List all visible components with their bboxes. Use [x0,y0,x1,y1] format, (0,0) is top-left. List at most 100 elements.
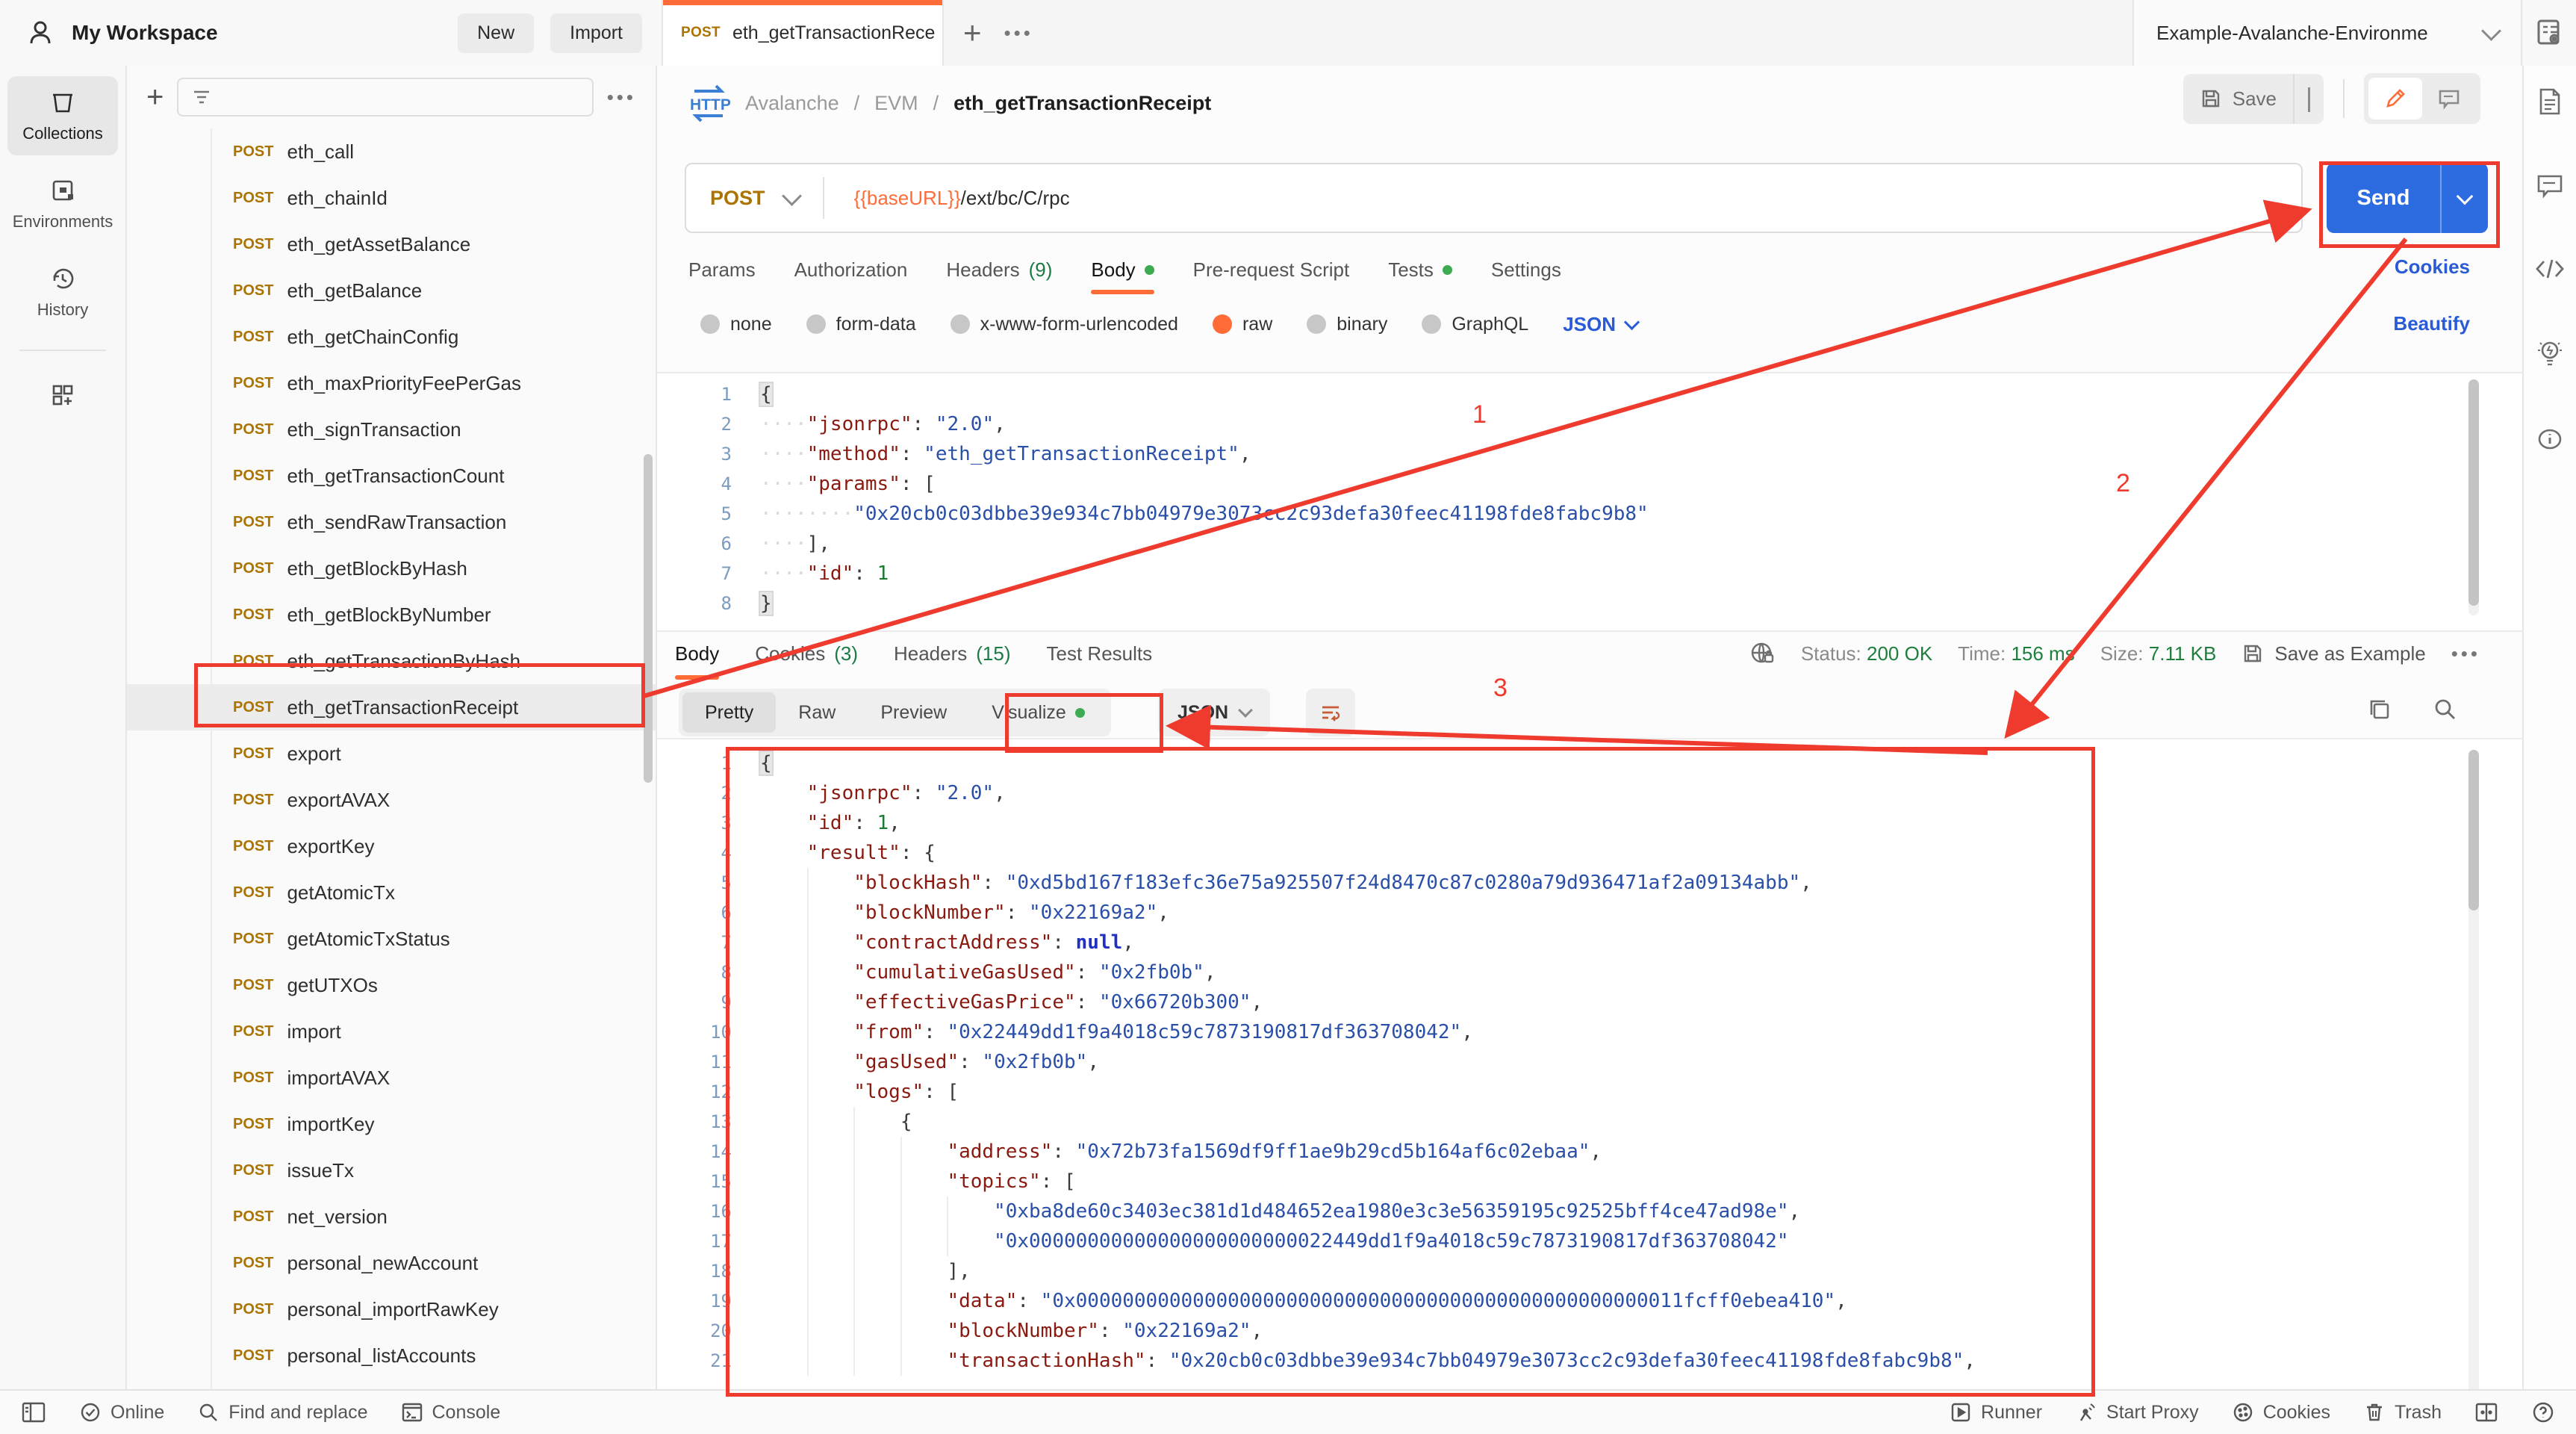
cookies-link[interactable]: Cookies [2395,255,2470,279]
comment-mode-button[interactable] [2422,78,2476,120]
save-button[interactable]: Save [2183,73,2324,124]
add-collection-button[interactable]: + [146,82,164,112]
request-editor-scrollbar[interactable] [2468,379,2479,615]
wrap-lines-button[interactable] [1306,689,1355,736]
environment-selector[interactable]: Example-Avalanche-Environme [2132,0,2521,66]
view-raw[interactable]: Raw [776,692,858,733]
help-icon[interactable] [2531,1400,2555,1424]
sidebar-item-importKey[interactable]: POST importKey [127,1101,656,1147]
tab-tests[interactable]: Tests [1388,245,1452,294]
environment-quick-look[interactable] [2521,0,2576,66]
view-preview[interactable]: Preview [858,692,969,733]
sidebar-item-eth_maxPriorityFeePerGas[interactable]: POST eth_maxPriorityFeePerGas [127,360,656,406]
workspace-title[interactable]: My Workspace [72,21,218,45]
sidebar-item-eth_getBalance[interactable]: POST eth_getBalance [127,267,656,314]
sidebar-item-history[interactable]: History [7,252,118,332]
tab-params[interactable]: Params [688,245,756,294]
body-mode-form-data[interactable]: form-data [806,314,916,335]
copy-icon[interactable] [2366,696,2393,723]
sidebar-item-personal_listAccounts[interactable]: POST personal_listAccounts [127,1332,656,1379]
tab-headers[interactable]: Headers (15) [894,627,1011,680]
import-button[interactable]: Import [550,13,642,53]
sidebar-item-net_version[interactable]: POST net_version [127,1194,656,1240]
response-body-editor[interactable]: 1{2 "jsonrpc": "2.0", 3 "id": 1, 4 "result": … [657,738,2522,1434]
two-pane-icon[interactable] [2474,1401,2498,1424]
language-dropdown[interactable]: JSON [1563,313,1640,336]
tab-cookies[interactable]: Cookies (3) [755,627,858,680]
info-icon[interactable] [2535,424,2565,454]
sidebar-item-personal_newAccount[interactable]: POST personal_newAccount [127,1240,656,1286]
sidebar-item-eth_call[interactable]: POST eth_call [127,128,656,175]
sidebar-item-eth_getBlockByHash[interactable]: POST eth_getBlockByHash [127,545,656,592]
sidebar-item-eth_getBlockByNumber[interactable]: POST eth_getBlockByNumber [127,592,656,638]
sidebar-item-export[interactable]: POST export [127,730,656,777]
cookies-button[interactable]: Cookies [2232,1401,2330,1424]
sidebar-item-collections[interactable]: Collections [7,76,118,155]
request-tab[interactable]: POST eth_getTransactionRece [662,0,944,66]
sidebar-item-eth_signTransaction[interactable]: POST eth_signTransaction [127,406,656,453]
sidebar-item-eth_getTransactionByHash[interactable]: POST eth_getTransactionByHash [127,638,656,684]
edit-mode-button[interactable] [2368,78,2422,120]
sidebar-item-eth_sendRawTransaction[interactable]: POST eth_sendRawTransaction [127,499,656,545]
response-editor-scrollbar[interactable] [2468,750,2479,1434]
start-proxy-button[interactable]: Start Proxy [2075,1401,2199,1424]
comments-icon[interactable] [2535,170,2565,200]
body-mode-raw[interactable]: raw [1212,314,1272,335]
tab-body[interactable]: Body [1091,245,1154,294]
body-mode-GraphQL[interactable]: GraphQL [1422,314,1528,335]
sidebar-item-exportKey[interactable]: POST exportKey [127,823,656,869]
lightbulb-icon[interactable] [2535,338,2565,370]
sidebar-item-personal_importRawKey[interactable]: POST personal_importRawKey [127,1286,656,1332]
sidebar-item-eth_getTransactionCount[interactable]: POST eth_getTransactionCount [127,453,656,499]
console-button[interactable]: Console [401,1401,500,1424]
sidebar-item-getUTXOs[interactable]: POST getUTXOs [127,962,656,1008]
sidebar-scrollbar[interactable] [644,454,653,783]
save-options-button[interactable] [2293,73,2324,124]
sidebar-item-eth_getAssetBalance[interactable]: POST eth_getAssetBalance [127,221,656,267]
toggle-sidebar-icon[interactable] [21,1401,46,1424]
method-dropdown[interactable]: POST [686,185,823,210]
trash-button[interactable]: Trash [2363,1401,2442,1424]
new-button[interactable]: New [458,13,535,53]
configure-panes-button[interactable] [7,369,118,421]
breadcrumb-folder[interactable]: EVM [874,92,918,115]
runner-button[interactable]: Runner [1950,1401,2042,1424]
documentation-icon[interactable] [2535,87,2565,117]
sidebar-item-eth_getTransactionReceipt[interactable]: POST eth_getTransactionReceipt [127,684,656,730]
sidebar-item-importAVAX[interactable]: POST importAVAX [127,1055,656,1101]
send-options-button[interactable] [2440,163,2488,233]
new-tab-button[interactable]: + [963,17,982,49]
save-as-example-button[interactable]: Save as Example [2241,642,2426,665]
online-status[interactable]: Online [79,1401,164,1424]
filter-input[interactable] [177,78,594,117]
sidebar-item-environments[interactable]: Environments [7,164,118,243]
tab-authorization[interactable]: Authorization [794,245,908,294]
body-mode-binary[interactable]: binary [1307,314,1387,335]
tab-settings[interactable]: Settings [1491,245,1561,294]
tab-test-results[interactable]: Test Results [1047,627,1153,680]
tab-headers[interactable]: Headers (9) [946,245,1052,294]
view-pretty[interactable]: Pretty [682,692,777,733]
breadcrumb-collection[interactable]: Avalanche [745,92,839,115]
sidebar-item-getAtomicTxStatus[interactable]: POST getAtomicTxStatus [127,916,656,962]
code-snippet-icon[interactable] [2533,254,2566,284]
search-icon[interactable] [2432,696,2459,723]
sidebar-item-eth_chainId[interactable]: POST eth_chainId [127,175,656,221]
send-button[interactable]: Send [2327,163,2488,233]
find-and-replace-button[interactable]: Find and replace [197,1401,368,1424]
tab-pre-request-script[interactable]: Pre-request Script [1193,245,1350,294]
url-input[interactable]: {{baseURL}}/ext/bc/C/rpc [824,187,1070,210]
body-mode-none[interactable]: none [700,314,772,335]
sidebar-item-import[interactable]: POST import [127,1008,656,1055]
tab-body[interactable]: Body [675,627,720,680]
request-body-editor[interactable]: 1{2 ····"jsonrpc": "2.0", 3 ····"method": "… [657,372,2522,632]
breadcrumb-request-name[interactable]: eth_getTransactionReceipt [953,92,1211,115]
sidebar-item-issueTx[interactable]: POST issueTx [127,1147,656,1194]
sidebar-item-eth_getChainConfig[interactable]: POST eth_getChainConfig [127,314,656,360]
response-language-dropdown[interactable]: JSON [1158,689,1271,736]
view-visualize[interactable]: Visualize [969,692,1107,733]
tab-options-icon[interactable]: ••• [1004,22,1033,45]
sidebar-options-icon[interactable]: ••• [607,86,636,109]
response-options-icon[interactable]: ••• [2451,642,2480,665]
body-mode-x-www-form-urlencoded[interactable]: x-www-form-urlencoded [950,314,1178,335]
